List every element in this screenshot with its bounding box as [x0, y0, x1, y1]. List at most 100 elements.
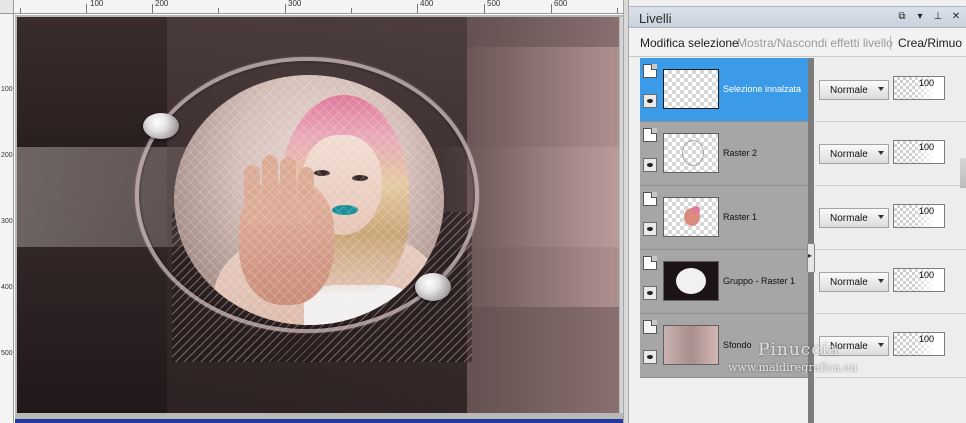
- ruler-label: 500: [1, 350, 13, 357]
- thumbnail-ring-mark: [682, 140, 704, 166]
- ruler-tick: [484, 4, 485, 13]
- thumbnail-circle-mark: [676, 268, 706, 294]
- thumbnail-hair-mark: [692, 206, 700, 214]
- dropdown-arrow-icon: [878, 279, 884, 283]
- layer-props-row: Normale 100: [815, 186, 966, 250]
- opacity-field[interactable]: 100: [893, 140, 945, 164]
- blend-mode-value: Normale: [830, 149, 868, 160]
- opacity-field[interactable]: 100: [893, 204, 945, 228]
- layer-thumbnail: [663, 69, 719, 109]
- layer-thumbnail: [663, 197, 719, 237]
- menu-arrow-icon[interactable]: ▾: [914, 11, 926, 23]
- ruler-tick: [86, 4, 87, 13]
- background-block: [17, 247, 167, 413]
- visibility-eye-icon[interactable]: [643, 350, 657, 364]
- edit-selection-button[interactable]: Modifica selezione: [640, 37, 739, 49]
- blend-mode-value: Normale: [830, 213, 868, 224]
- dropdown-arrow-icon: [878, 87, 884, 91]
- layer-row-raster-1[interactable]: Raster 1: [640, 186, 808, 250]
- layer-type-icon: [643, 320, 657, 334]
- watermark-url: www.maidiregrafica.eu: [728, 361, 858, 374]
- layer-props-row: Normale 100: [815, 122, 966, 186]
- ruler-tick: [152, 4, 153, 13]
- ruler-label: 100: [90, 0, 104, 8]
- ruler-tick: [617, 8, 618, 13]
- layer-name: Gruppo - Raster 1: [723, 276, 796, 286]
- ruler-label: 600: [554, 0, 568, 8]
- visibility-eye-icon[interactable]: [643, 286, 657, 300]
- panel-edge-strip: [960, 158, 966, 188]
- ruler-tick: [417, 4, 418, 13]
- opacity-value: 100: [918, 206, 934, 216]
- pin-icon[interactable]: ⊥: [932, 11, 944, 23]
- layers-panel: Livelli ⧉ ▾ ⊥ ✕ Modifica selezione Mostr…: [629, 0, 966, 423]
- opacity-value: 100: [918, 334, 934, 344]
- ruler-label: 400: [1, 284, 13, 291]
- ruler-tick: [551, 4, 552, 13]
- visibility-eye-icon[interactable]: [643, 158, 657, 172]
- dropdown-arrow-icon: [878, 215, 884, 219]
- layer-list: Selezione innalzata Raster 2 Raster 1 Gr…: [640, 58, 808, 378]
- canvas-workspace[interactable]: [15, 15, 623, 423]
- ruler-corner: [0, 0, 14, 14]
- pearl-ornament: [143, 113, 179, 139]
- opacity-value: 100: [918, 270, 934, 280]
- dock-icon[interactable]: ⧉: [896, 11, 908, 23]
- layer-name: Raster 2: [723, 148, 758, 158]
- toolbar-divider: [890, 36, 891, 50]
- opacity-value: 100: [918, 78, 934, 88]
- layer-name: Sfondo: [723, 340, 752, 350]
- layer-props-row: Normale 100: [815, 250, 966, 314]
- layer-type-icon: [643, 128, 657, 142]
- layers-panel-titlebar: Livelli ⧉ ▾ ⊥ ✕: [629, 6, 966, 28]
- image-canvas[interactable]: [17, 17, 619, 413]
- blend-mode-select[interactable]: Normale: [819, 208, 889, 228]
- ruler-label: 100: [1, 86, 13, 93]
- layers-panel-title: Livelli: [639, 11, 672, 26]
- layer-name: Selezione innalzata: [723, 84, 802, 94]
- vertical-ruler: 100 200 300 400 500: [0, 14, 14, 423]
- paint-shop-window: 100 200 300 400 500 600 100 200 300 400 …: [0, 0, 966, 423]
- blend-mode-value: Normale: [830, 85, 868, 96]
- opacity-field[interactable]: 100: [893, 268, 945, 292]
- layer-props-row: Normale 100: [815, 58, 966, 122]
- layer-thumbnail: [663, 133, 719, 173]
- ruler-label: 500: [487, 0, 501, 8]
- create-remove-button[interactable]: Crea/Rimuo: [898, 37, 962, 49]
- panel-expand-grip[interactable]: [807, 243, 815, 273]
- layer-name: Raster 1: [723, 212, 758, 222]
- ruler-label: 400: [420, 0, 434, 8]
- blend-mode-select[interactable]: Normale: [819, 144, 889, 164]
- layer-thumbnail: [663, 325, 719, 365]
- canvas-bottom-bar: [15, 419, 623, 423]
- opacity-value: 100: [918, 142, 934, 152]
- layer-type-icon: [643, 256, 657, 270]
- opacity-field[interactable]: 100: [893, 76, 945, 100]
- layer-row-raster-2[interactable]: Raster 2: [640, 122, 808, 186]
- layer-row-selezione-innalzata[interactable]: Selezione innalzata: [640, 58, 808, 122]
- blend-mode-select[interactable]: Normale: [819, 272, 889, 292]
- opacity-field[interactable]: 100: [893, 332, 945, 356]
- ruler-label: 300: [1, 218, 13, 225]
- layers-toolbar: Modifica selezione Mostra/Nascondi effet…: [629, 29, 966, 57]
- ruler-tick: [218, 8, 219, 13]
- ruler-tick: [20, 8, 21, 13]
- ruler-label: 200: [155, 0, 169, 8]
- blend-mode-select[interactable]: Normale: [819, 80, 889, 100]
- pearl-ornament: [415, 273, 451, 301]
- horizontal-ruler: 100 200 300 400 500 600: [0, 0, 623, 14]
- toggle-layer-effects-button[interactable]: Mostra/Nascondi effetti livello: [737, 37, 893, 49]
- ruler-tick: [285, 4, 286, 13]
- layer-type-icon: [643, 192, 657, 206]
- layer-row-gruppo-raster-1[interactable]: Gruppo - Raster 1: [640, 250, 808, 314]
- visibility-eye-icon[interactable]: [643, 222, 657, 236]
- visibility-eye-icon[interactable]: [643, 94, 657, 108]
- dropdown-arrow-icon: [878, 343, 884, 347]
- ruler-tick: [351, 8, 352, 13]
- ruler-label: 300: [288, 0, 302, 8]
- close-icon[interactable]: ✕: [950, 11, 962, 23]
- watermark-name: Pinuccia: [758, 340, 840, 360]
- layer-type-icon: [643, 64, 657, 78]
- layer-thumbnail: [663, 261, 719, 301]
- titlebar-controls: ⧉ ▾ ⊥ ✕: [896, 10, 962, 24]
